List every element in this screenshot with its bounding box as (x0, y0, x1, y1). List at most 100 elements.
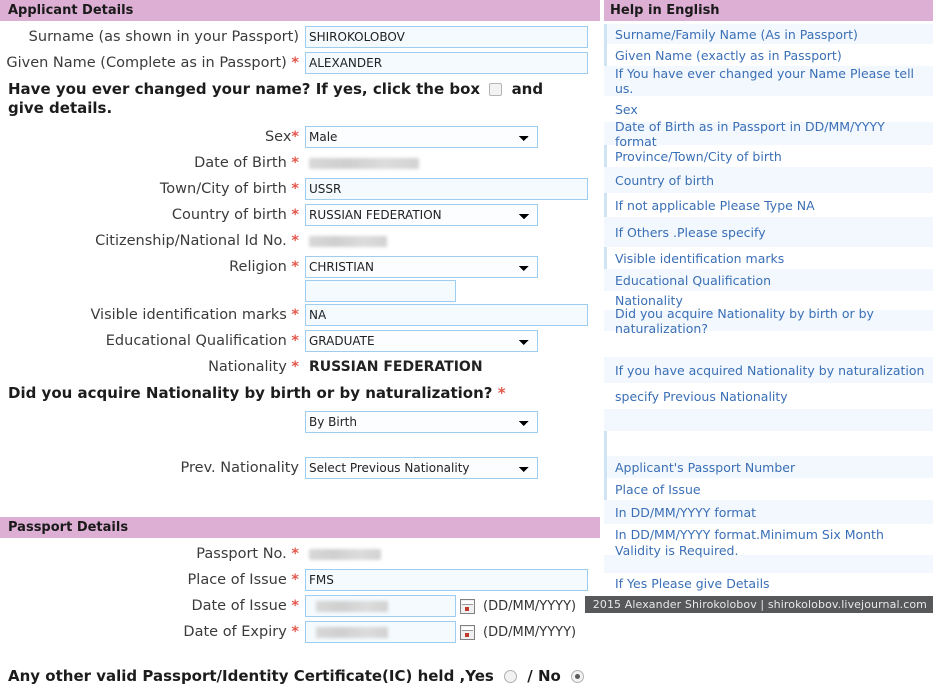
date-of-expiry-format-hint: (DD/MM/YYYY) (483, 625, 576, 640)
country-of-birth-select[interactable]: RUSSIAN FEDERATION (305, 204, 538, 226)
help-item-date-of-issue: In DD/MM/YYYY format (604, 500, 933, 524)
help-item-place-of-issue: Place of Issue (604, 478, 933, 500)
form-row-national-id: Citizenship/National Id No. * (0, 228, 600, 254)
sex-select[interactable]: Male (305, 126, 538, 148)
field-national-id (305, 236, 600, 247)
given-name-input[interactable] (305, 52, 588, 74)
label-town-of-birth-text: Town/City of birth (160, 181, 287, 197)
label-national-id-text: Citizenship/National Id No. (95, 233, 287, 249)
help-item-name-changed: If You have ever changed your Name Pleas… (604, 66, 933, 96)
label-town-of-birth: Town/City of birth * (0, 181, 305, 197)
form-row-town-of-birth: Town/City of birth * (0, 176, 600, 202)
label-date-of-issue: Date of Issue * (0, 598, 305, 614)
religion-other-input[interactable] (305, 280, 456, 302)
national-id-redacted-value[interactable] (309, 236, 387, 247)
help-item-label: In DD/MM/YYYY format (615, 505, 756, 520)
label-religion: Religion * (0, 259, 305, 275)
form-row-date-of-birth: Date of Birth * (0, 150, 600, 176)
help-item-nationality-acquisition: Did you acquire Nationality by birth or … (604, 310, 933, 331)
label-date-of-birth-text: Date of Birth (194, 155, 287, 171)
label-religion-text: Religion (229, 259, 287, 275)
town-of-birth-input[interactable] (305, 178, 588, 200)
form-row-passport-no: Passport No. * (0, 541, 600, 567)
field-nationality-mode: By Birth (305, 411, 600, 433)
passport-details-header: Passport Details (0, 517, 600, 538)
form-row-date-of-expiry: Date of Expiry * (DD/MM/YYYY) (0, 619, 600, 645)
education-select[interactable]: GRADUATE (305, 330, 538, 352)
form-row-prev-nationality: Prev. Nationality Select Previous Nation… (0, 455, 600, 481)
help-item-label: Did you acquire Nationality by birth or … (615, 306, 929, 336)
help-item-visible-marks: Visible identification marks (604, 247, 933, 269)
calendar-icon-date-of-expiry[interactable] (460, 625, 475, 640)
date-of-issue-redacted-value (316, 601, 388, 612)
field-prev-nationality: Select Previous Nationality (305, 457, 600, 479)
label-country-of-birth: Country of birth * (0, 207, 305, 223)
prev-nationality-select[interactable]: Select Previous Nationality (305, 457, 538, 479)
form-row-religion-other (0, 280, 600, 302)
field-date-of-expiry: (DD/MM/YYYY) (305, 621, 600, 643)
help-item-label: Date of Birth as in Passport in DD/MM/YY… (615, 119, 929, 149)
field-date-of-issue: (DD/MM/YYYY) (305, 595, 600, 617)
help-item-national-id: If not applicable Please Type NA (604, 193, 933, 217)
date-of-issue-format-hint: (DD/MM/YYYY) (483, 599, 576, 614)
label-passport-no: Passport No. * (0, 546, 305, 562)
calendar-icon-date-of-issue[interactable] (460, 599, 475, 614)
religion-select[interactable]: CHRISTIAN (305, 256, 538, 278)
form-row-country-of-birth: Country of birth * RUSSIAN FEDERATION (0, 202, 600, 228)
field-town-of-birth (305, 178, 600, 200)
name-changed-checkbox[interactable] (489, 83, 502, 96)
place-of-issue-input[interactable] (305, 569, 588, 591)
form-row-date-of-issue: Date of Issue * (DD/MM/YYYY) (0, 593, 600, 619)
required-star-given-name: * (291, 55, 299, 71)
field-religion: CHRISTIAN (305, 256, 600, 278)
other-passport-yes-radio[interactable] (504, 670, 517, 683)
help-item-label: If not applicable Please Type NA (615, 198, 815, 213)
help-item-label: Surname/Family Name (As in Passport) (615, 27, 858, 42)
date-of-birth-redacted-value[interactable] (309, 158, 419, 169)
label-date-of-expiry: Date of Expiry * (0, 624, 305, 640)
required-star-sex: * (291, 129, 299, 145)
help-item-date-of-expiry: In DD/MM/YYYY format.Minimum Six Month V… (604, 524, 933, 555)
other-passport-question-text: Any other valid Passport/Identity Certif… (8, 667, 494, 685)
visible-marks-input[interactable] (305, 304, 588, 326)
label-surname-text: Surname (as shown in your Passport) (29, 29, 299, 45)
help-item-spacer-3 (604, 431, 933, 456)
help-item-date-of-birth: Date of Birth as in Passport in DD/MM/YY… (604, 122, 933, 145)
help-item-prev-nationality: specify Previous Nationality (604, 383, 933, 409)
required-star-town-of-birth: * (291, 181, 299, 197)
nationality-mode-select[interactable]: By Birth (305, 411, 538, 433)
label-visible-marks-text: Visible identification marks (90, 307, 286, 323)
other-passport-no-radio[interactable] (571, 670, 584, 683)
help-item-label: Place of Issue (615, 482, 701, 497)
label-date-of-expiry-text: Date of Expiry (183, 624, 286, 640)
other-passport-question: Any other valid Passport/Identity Certif… (0, 663, 600, 688)
watermark: 2015 Alexander Shirokolobov | shirokolob… (585, 596, 933, 613)
field-given-name (305, 52, 600, 74)
help-item-label: If Others .Please specify (615, 225, 766, 240)
form-row-place-of-issue: Place of Issue * (0, 567, 600, 593)
help-item-label: specify Previous Nationality (615, 389, 788, 404)
required-star-religion: * (291, 259, 299, 275)
surname-input[interactable] (305, 26, 588, 48)
help-item-given-name: Given Name (exactly as in Passport) (604, 44, 933, 66)
required-star-visible-marks: * (291, 307, 299, 323)
required-star-national-id: * (291, 233, 299, 249)
help-item-label: Applicant's Passport Number (615, 460, 795, 475)
help-column: Help in English Surname/Family Name (As … (604, 0, 933, 613)
help-item-religion-other: If Others .Please specify (604, 217, 933, 247)
name-changed-question: Have you ever changed your name? If yes,… (0, 76, 553, 120)
label-place-of-issue-text: Place of Issue (188, 572, 287, 588)
label-sex-text: Sex (265, 129, 291, 145)
name-changed-question-text-before: Have you ever changed your name? If yes,… (8, 80, 480, 98)
field-date-of-birth (305, 158, 600, 169)
form-row-religion: Religion * CHRISTIAN (0, 254, 600, 280)
help-item-label: Visible identification marks (615, 251, 784, 266)
label-sex: Sex* (0, 129, 305, 145)
required-star-date-of-birth: * (291, 155, 299, 171)
help-item-label: If Yes Please give Details (615, 576, 770, 591)
passport-no-redacted-value[interactable] (309, 549, 381, 560)
field-country-of-birth: RUSSIAN FEDERATION (305, 204, 600, 226)
field-religion-other (305, 280, 600, 302)
help-item-label: Educational Qualification (615, 273, 771, 288)
help-item-label: If you have acquired Nationality by natu… (615, 363, 924, 378)
